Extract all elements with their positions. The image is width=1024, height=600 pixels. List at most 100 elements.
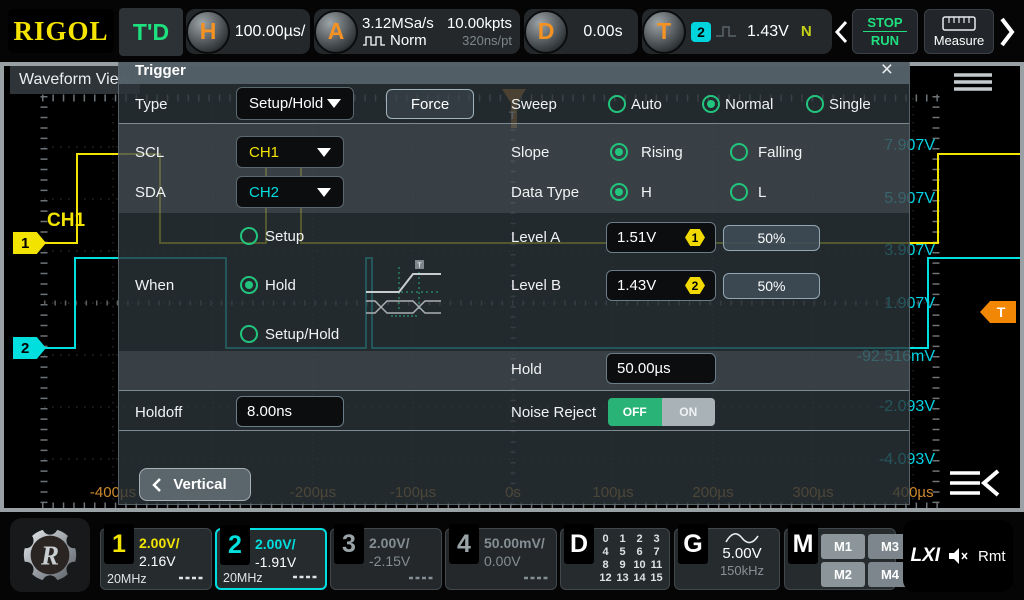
- separator: [119, 430, 909, 431]
- lxi-label: LXI: [910, 545, 941, 566]
- hold-input[interactable]: 50.00µs: [606, 353, 716, 384]
- radio-dtype-h[interactable]: [610, 183, 628, 201]
- radio-sweep-auto[interactable]: [608, 95, 626, 113]
- holdoff-input[interactable]: 8.00ns: [236, 396, 344, 427]
- radio-sweep-single[interactable]: [806, 95, 824, 113]
- sweep-normal-label: Normal: [725, 96, 774, 113]
- ch1-trace-tag: CH1: [47, 210, 86, 231]
- force-button[interactable]: Force: [386, 89, 474, 119]
- m-letter: M: [788, 524, 818, 564]
- svg-text:R: R: [40, 541, 59, 571]
- noise-reject-toggle[interactable]: OFF ON: [608, 398, 715, 426]
- delay-pill[interactable]: D 0.00s: [524, 9, 638, 54]
- trigger-status-badge: T'D: [119, 8, 183, 56]
- toggle-on[interactable]: ON: [661, 398, 715, 426]
- math-box[interactable]: M M1 M3 M2 M4: [784, 524, 912, 590]
- when-setup-label: Setup: [265, 228, 305, 245]
- radio-when-setup[interactable]: [240, 227, 258, 245]
- chevron-down-icon: [327, 99, 341, 108]
- chevron-left-icon: [152, 477, 161, 492]
- ch2-number: 2: [220, 525, 250, 565]
- menu-hamburger-icon[interactable]: [952, 72, 994, 97]
- radio-slope-rising[interactable]: [610, 143, 628, 161]
- radio-slope-falling[interactable]: [730, 143, 748, 161]
- separator: [119, 390, 909, 391]
- when-hold-label: Hold: [265, 277, 296, 294]
- rmt-label: Rmt: [978, 547, 1006, 565]
- resolution: 320ns/pt: [462, 32, 512, 48]
- svg-text:T: T: [417, 263, 422, 270]
- measure-button[interactable]: Measure: [924, 9, 994, 54]
- radio-sweep-normal[interactable]: [702, 95, 720, 113]
- coupling-dc-icon: [179, 576, 203, 580]
- sweep-auto-label: Auto: [631, 96, 662, 113]
- h-circle-icon: H: [186, 9, 230, 54]
- channel-4-box[interactable]: 4 50.00mV/ 0.00V: [445, 524, 557, 590]
- acq-mode: Norm: [390, 31, 427, 49]
- type-dropdown[interactable]: Setup/Hold: [236, 87, 354, 120]
- data-type-label: Data Type: [511, 184, 580, 201]
- trigger-pill[interactable]: T 2 1.43V N: [642, 9, 832, 54]
- speaker-muted-icon: [949, 548, 968, 564]
- level-a-label: Level A: [511, 229, 561, 246]
- top-status-bar: RIGOL T'D H 100.00µs/ A 3.12MSa/s Norm 1…: [0, 0, 1024, 62]
- d-circle-icon: D: [524, 9, 568, 54]
- level-b-50pct-button[interactable]: 50%: [723, 273, 820, 299]
- slope-falling-label: Falling: [758, 144, 803, 161]
- radio-when-setuphold[interactable]: [240, 325, 258, 343]
- sine-wave-icon: [725, 533, 759, 544]
- sda-dropdown[interactable]: CH2: [236, 176, 344, 208]
- trigger-type-icon: [716, 26, 736, 37]
- holdoff-label: Holdoff: [135, 404, 183, 421]
- d-letter: D: [564, 524, 594, 564]
- tab-label: Waveform View: [19, 71, 131, 88]
- chevron-down-icon: [317, 187, 331, 197]
- level-b-label: Level B: [511, 277, 562, 294]
- toggle-off[interactable]: OFF: [608, 398, 662, 426]
- remote-status-box: LXI Rmt: [903, 520, 1013, 592]
- gear-icon: R: [19, 524, 81, 586]
- delay-value: 0.00s: [583, 22, 623, 40]
- acquire-pill[interactable]: A 3.12MSa/s Norm 10.00kpts 320ns/pt: [314, 9, 520, 54]
- dtype-h-label: H: [641, 184, 652, 201]
- horizontal-scale-pill[interactable]: H 100.00µs/: [186, 9, 310, 54]
- vertical-back-button[interactable]: Vertical: [139, 468, 251, 501]
- level-a-50pct-button[interactable]: 50%: [723, 225, 820, 251]
- generator-box[interactable]: G 5.00V 150kHz: [674, 524, 780, 590]
- g-letter: G: [678, 524, 708, 564]
- slope-rising-label: Rising: [641, 144, 683, 161]
- hold-label: Hold: [511, 361, 542, 378]
- dtype-l-label: L: [758, 184, 767, 201]
- ch1-number: 1: [104, 524, 134, 564]
- stop-run-divider: [863, 31, 907, 32]
- channel-3-box[interactable]: 3 2.00V/ -2.15V: [330, 524, 442, 590]
- slope-label: Slope: [511, 144, 550, 161]
- math-m2-button[interactable]: M2: [821, 562, 865, 587]
- level-b-input[interactable]: 1.43V 2: [606, 270, 716, 301]
- ch3-number: 3: [334, 524, 364, 564]
- rigol-gear-logo[interactable]: R: [10, 518, 90, 592]
- radio-dtype-l[interactable]: [730, 183, 748, 201]
- channel-2-box[interactable]: 2 2.00V/ -1.91V 20MHz: [215, 525, 327, 590]
- setup-hold-diagram: T: [361, 259, 446, 324]
- when-setuphold-label: Setup/Hold: [265, 326, 340, 343]
- math-m1-button[interactable]: M1: [821, 534, 865, 559]
- digital-channels-box[interactable]: D 0123 4567 8 9 10 11 12 13 14 15: [560, 524, 670, 590]
- type-label: Type: [135, 96, 168, 113]
- channel-1-box[interactable]: 1 2.00V/ 2.16V 20MHz: [100, 524, 212, 590]
- scl-dropdown[interactable]: CH1: [236, 136, 344, 168]
- digital-grid: 0123 4567 8 9 10 11 12 13 14 15: [599, 533, 663, 584]
- ch4-number: 4: [449, 524, 479, 564]
- radio-when-hold[interactable]: [240, 276, 258, 294]
- level-a-input[interactable]: 1.51V 1: [606, 222, 716, 253]
- trigger-level-value: 1.43V: [747, 22, 789, 40]
- chevron-right-icon[interactable]: [998, 16, 1016, 48]
- sweep-single-label: Single: [829, 96, 871, 113]
- separator: [119, 123, 909, 124]
- stop-run-button[interactable]: STOP RUN: [852, 9, 918, 54]
- collapse-menu-icon[interactable]: [948, 468, 1002, 503]
- chevron-left-icon[interactable]: [834, 20, 848, 44]
- gen-voltage: 5.00V: [722, 545, 762, 562]
- ruler-icon: [942, 15, 976, 31]
- level-a-badge: 1: [685, 229, 705, 246]
